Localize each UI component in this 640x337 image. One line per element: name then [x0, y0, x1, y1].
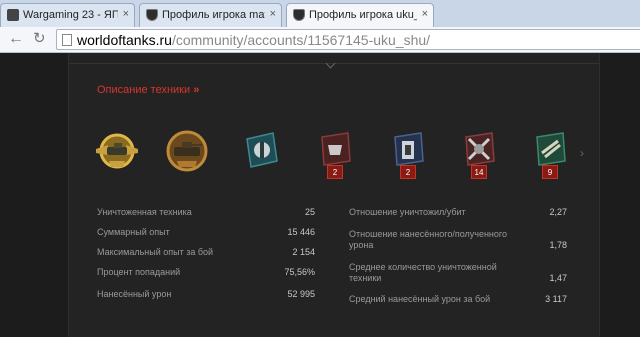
green-shield-badge[interactable]: 9	[525, 125, 575, 179]
yaplakal-icon	[7, 9, 19, 21]
count-badge: 2	[327, 165, 343, 179]
page-icon	[62, 34, 72, 46]
close-icon[interactable]: ×	[422, 8, 428, 20]
bronze-tank-medal[interactable]	[162, 125, 212, 177]
wot-shield-icon	[293, 9, 305, 21]
stat-value: 2,27	[549, 207, 567, 217]
browser-tab-bar: Wargaming 23 - ЯПлакал × Профиль игрока …	[0, 0, 640, 28]
tab-title: Профиль игрока mattock	[162, 9, 265, 21]
stat-value: 3 117	[545, 294, 567, 304]
count-badge: 2	[400, 165, 416, 179]
stat-label-line1: Отношение нанесённого/полученного	[349, 229, 507, 239]
tab-profile-mattock[interactable]: Профиль игрока mattock ×	[139, 3, 282, 27]
stat-value: 1,78	[549, 240, 567, 250]
url-text: worldoftanks.ru/community/accounts/11567…	[77, 32, 430, 48]
chevron-down-icon	[325, 58, 336, 69]
close-icon[interactable]: ×	[270, 8, 276, 20]
gold-tank-wings-medal[interactable]	[92, 125, 142, 177]
red-crossed-swords-badge[interactable]: 14	[454, 125, 504, 179]
close-icon[interactable]: ×	[123, 8, 129, 20]
url-host: worldoftanks.ru	[77, 32, 172, 48]
stat-value: 75,56%	[284, 267, 315, 277]
chevron-right-icon: »	[193, 84, 200, 96]
tab-yaplakal[interactable]: Wargaming 23 - ЯПлакал ×	[0, 3, 135, 27]
stat-label: Уничтоженная техника	[97, 207, 192, 217]
stat-label: Процент попаданий	[97, 267, 181, 277]
section-title[interactable]: Описание техники »	[97, 84, 199, 96]
stat-label: Максимальный опыт за бой	[97, 247, 214, 257]
reload-icon[interactable]: ↻	[33, 30, 46, 48]
stat-label: Отношение уничтожил/убит	[349, 207, 466, 217]
stat-value: 52 995	[287, 289, 315, 299]
count-badge: 14	[471, 165, 487, 179]
tab-profile-uku-shu[interactable]: Профиль игрока uku_shu ×	[286, 3, 434, 28]
chevron-right-icon[interactable]: ›	[580, 146, 584, 160]
browser-toolbar: ← ↻ worldoftanks.ru/community/accounts/1…	[0, 27, 640, 53]
stat-value: 25	[304, 207, 315, 217]
address-bar[interactable]: worldoftanks.ru/community/accounts/11567…	[56, 29, 640, 50]
stat-value: 15 446	[287, 227, 315, 237]
blue-tower-badge[interactable]: 2	[383, 125, 433, 179]
tab-title: Wargaming 23 - ЯПлакал	[23, 9, 118, 21]
count-badge: 9	[542, 165, 558, 179]
stat-label-line2: техники	[349, 273, 382, 283]
tab-title: Профиль игрока uku_shu	[309, 9, 417, 21]
stat-value: 1,47	[549, 273, 567, 283]
stat-label: Средний нанесённый урон за бой	[349, 294, 491, 304]
red-shield-badge[interactable]: 2	[310, 125, 360, 179]
stat-label-line1: Среднее количество уничтоженной	[349, 262, 497, 272]
wot-shield-icon	[146, 9, 158, 21]
url-path: /community/accounts/11567145-uku_shu/	[171, 32, 431, 48]
back-arrow-icon[interactable]: ←	[8, 30, 24, 48]
section-title-text: Описание техники	[97, 84, 191, 96]
stat-value: 2 154	[292, 247, 315, 257]
stat-label-line2: урона	[349, 240, 374, 250]
teal-shield-badge[interactable]	[237, 125, 287, 177]
stat-label: Суммарный опыт	[97, 227, 170, 237]
stat-label: Нанесённый урон	[97, 289, 172, 299]
